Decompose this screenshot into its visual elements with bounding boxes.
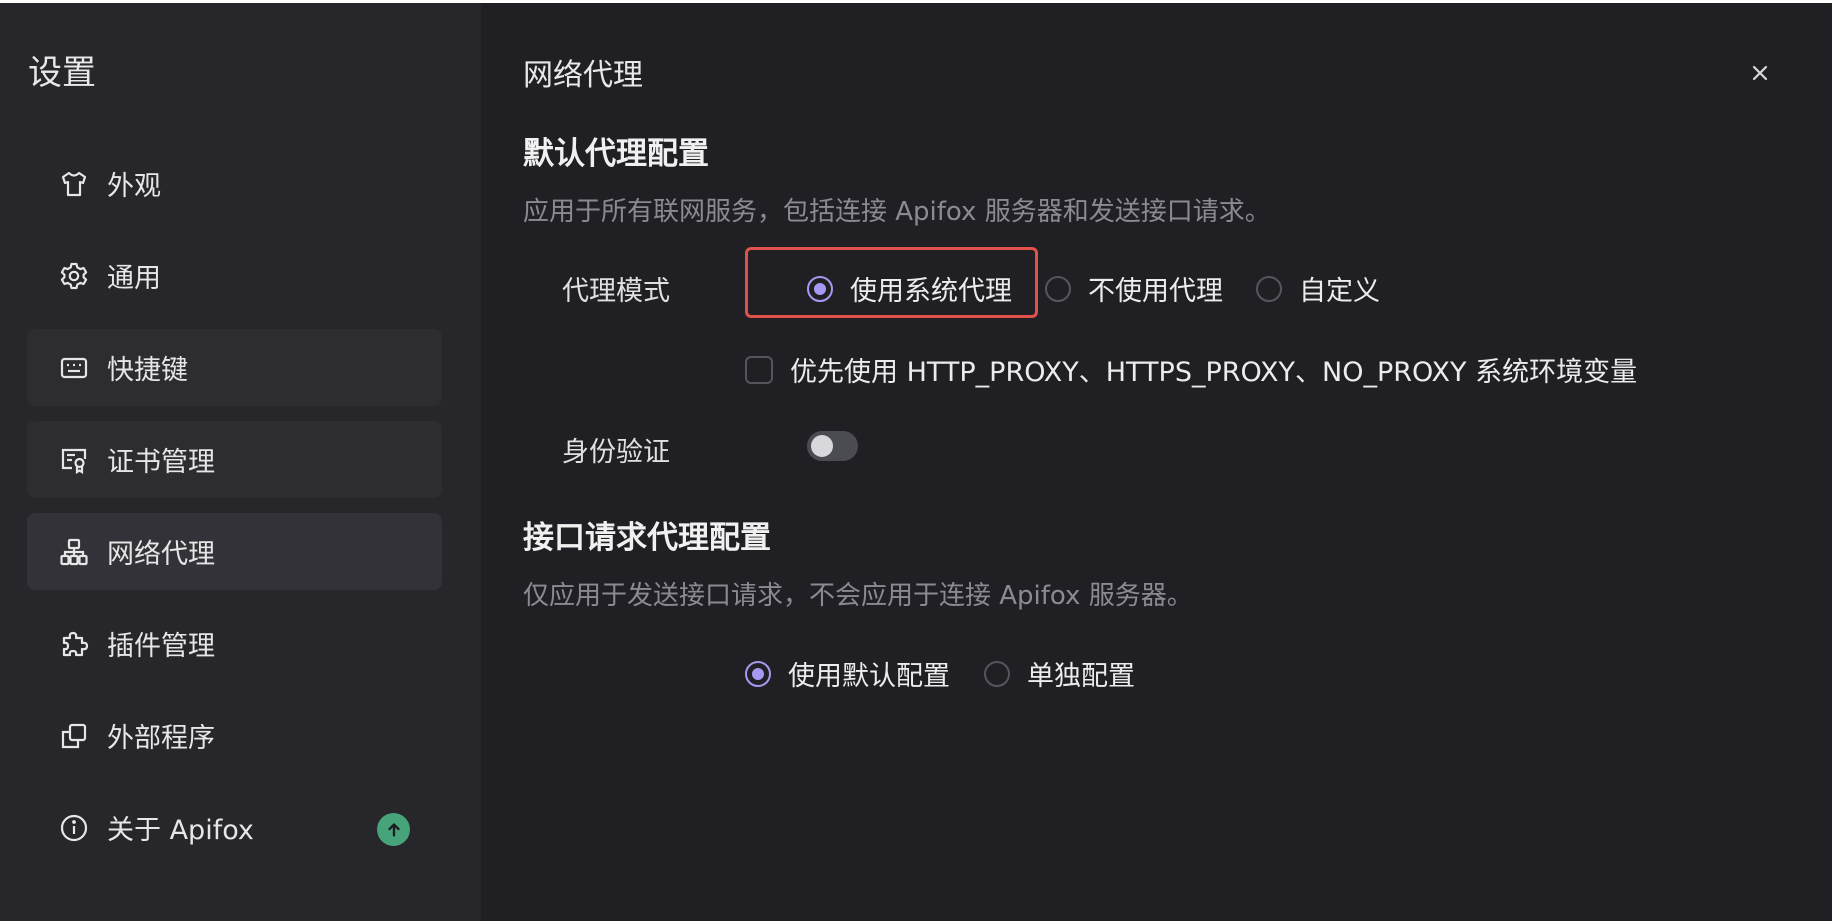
sidebar-item-label: 网络代理 — [107, 539, 215, 570]
request-proxy-description: 仅应用于发送接口请求，不会应用于连接 Apifox 服务器。 — [523, 581, 1193, 611]
puzzle-icon — [59, 629, 89, 659]
sidebar-nav: 外观 通用 快捷键 证书管理 网络代理 插件管理 外部程序 关于 Apifox — [27, 145, 442, 881]
sidebar-item-label: 外观 — [107, 171, 161, 202]
radio-selected-indicator — [745, 660, 771, 687]
sidebar-item-general[interactable]: 通用 — [27, 237, 442, 314]
sidebar-item-network-proxy[interactable]: 网络代理 — [27, 513, 442, 590]
checkbox-label: 优先使用 HTTP_PROXY、HTTPS_PROXY、NO_PROXY 系统环… — [790, 357, 1638, 388]
sidebar-item-plugins[interactable]: 插件管理 — [27, 605, 442, 682]
settings-content: 网络代理 默认代理配置 应用于所有联网服务，包括连接 Apifox 服务器和发送… — [481, 3, 1832, 921]
radio-label: 使用默认配置 — [788, 661, 950, 692]
keyboard-icon — [59, 353, 89, 383]
gear-icon — [59, 261, 89, 291]
sidebar-item-shortcuts[interactable]: 快捷键 — [27, 329, 442, 406]
request-proxy-section-title: 接口请求代理配置 — [523, 520, 771, 556]
toggle-knob — [811, 435, 833, 457]
sidebar-item-appearance[interactable]: 外观 — [27, 145, 442, 222]
network-icon — [59, 537, 89, 567]
radio-label: 自定义 — [1299, 276, 1380, 307]
radio-label: 使用系统代理 — [850, 276, 1012, 307]
proxy-mode-system-radio[interactable]: 使用系统代理 — [807, 269, 1012, 308]
page-title: 网络代理 — [523, 58, 643, 93]
radio-indicator — [984, 660, 1010, 687]
sidebar-item-external-programs[interactable]: 外部程序 — [27, 697, 442, 774]
shirt-icon — [59, 169, 89, 199]
sidebar-title: 设置 — [28, 53, 96, 93]
radio-selected-indicator — [807, 275, 833, 302]
auth-label: 身份验证 — [562, 437, 670, 468]
request-proxy-separate-radio[interactable]: 单独配置 — [984, 654, 1135, 693]
update-available-icon[interactable] — [377, 813, 410, 846]
certificate-icon — [59, 445, 89, 475]
proxy-mode-none-radio[interactable]: 不使用代理 — [1045, 269, 1223, 308]
info-icon — [59, 813, 89, 843]
sidebar-item-label: 关于 Apifox — [107, 815, 254, 846]
radio-label: 单独配置 — [1027, 661, 1135, 692]
sidebar-item-certificates[interactable]: 证书管理 — [27, 421, 442, 498]
checkbox-box — [745, 355, 773, 384]
radio-indicator — [1256, 275, 1282, 302]
sidebar-item-label: 插件管理 — [107, 631, 215, 662]
settings-window: 设置 外观 通用 快捷键 证书管理 网络代理 插件管理 外部程序 关于 Apif… — [0, 3, 1832, 921]
sidebar-item-about[interactable]: 关于 Apifox — [27, 789, 442, 866]
external-program-icon — [59, 721, 89, 751]
request-proxy-default-radio[interactable]: 使用默认配置 — [745, 654, 950, 693]
auth-toggle[interactable] — [807, 431, 858, 461]
sidebar-item-label: 证书管理 — [107, 447, 215, 478]
settings-sidebar: 设置 外观 通用 快捷键 证书管理 网络代理 插件管理 外部程序 关于 Apif… — [0, 3, 481, 921]
radio-label: 不使用代理 — [1088, 276, 1223, 307]
default-proxy-section-title: 默认代理配置 — [523, 136, 709, 172]
sidebar-item-label: 通用 — [107, 263, 161, 294]
sidebar-item-label: 外部程序 — [107, 723, 215, 754]
radio-indicator — [1045, 275, 1071, 302]
default-proxy-description: 应用于所有联网服务，包括连接 Apifox 服务器和发送接口请求。 — [523, 197, 1271, 227]
proxy-mode-label: 代理模式 — [562, 276, 670, 307]
proxy-mode-custom-radio[interactable]: 自定义 — [1256, 269, 1380, 308]
close-icon[interactable] — [1745, 58, 1775, 88]
sidebar-item-label: 快捷键 — [107, 355, 188, 386]
env-proxy-checkbox[interactable]: 优先使用 HTTP_PROXY、HTTPS_PROXY、NO_PROXY 系统环… — [745, 350, 1637, 389]
